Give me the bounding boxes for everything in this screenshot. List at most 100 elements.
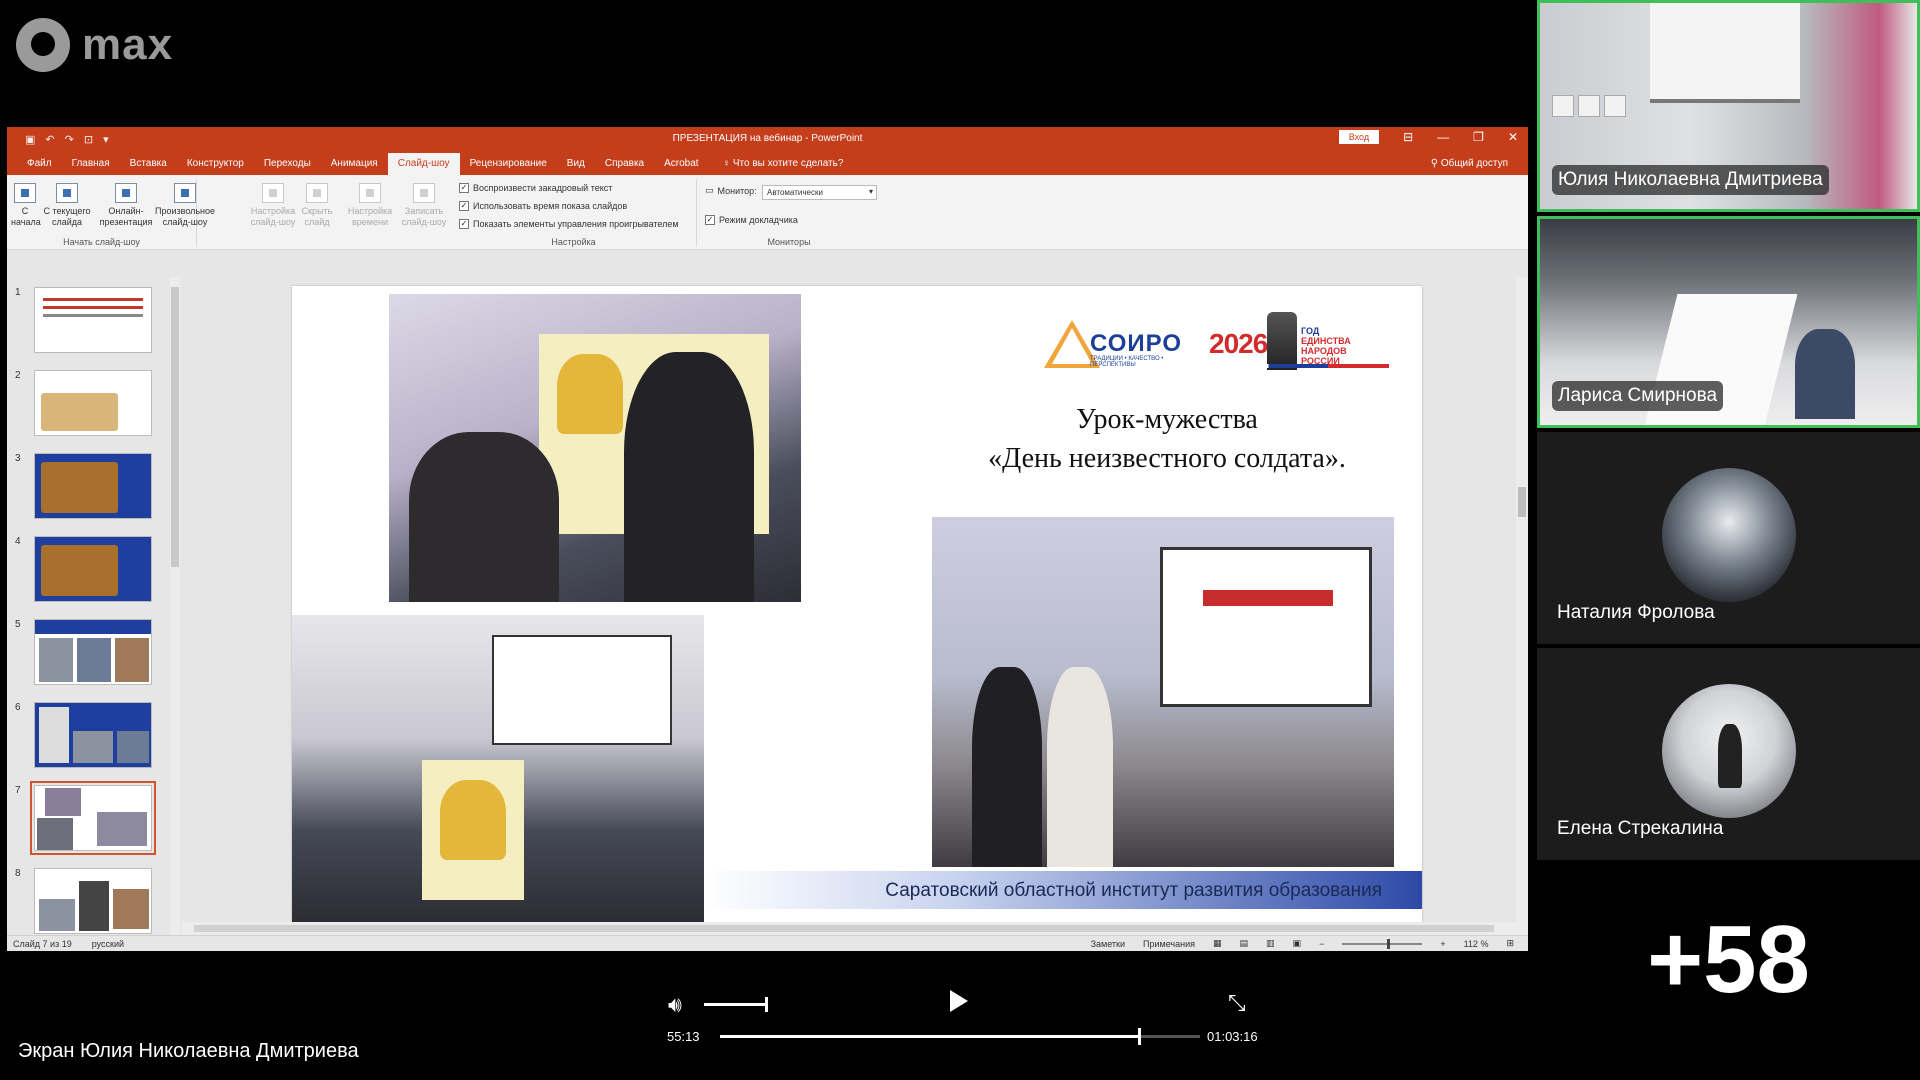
video-whiteboard (1650, 3, 1800, 103)
tab-transitions[interactable]: Переходы (254, 153, 321, 175)
app-logo: max (16, 18, 173, 72)
signin-button[interactable]: Вход (1338, 130, 1380, 144)
progress-knob[interactable] (1138, 1028, 1142, 1045)
notes-button[interactable]: Заметки (1091, 939, 1125, 949)
tab-review[interactable]: Рецензирование (460, 153, 557, 175)
thumbnail-number: 2 (15, 370, 21, 381)
volume-icon[interactable]: 🔊︎ (668, 992, 682, 1018)
from-start-button[interactable]: С начала (11, 183, 41, 228)
rehearse-label: Настройка времени (347, 206, 393, 227)
slide-thumbnail-selected[interactable] (30, 781, 156, 855)
tell-me-search[interactable]: ♀ Что вы хотите сделать? (713, 153, 854, 175)
app-brand: max (82, 20, 174, 69)
tab-home[interactable]: Главная (62, 153, 120, 175)
collapse-icon[interactable]: ⤡ (1228, 990, 1246, 1016)
participant-tile[interactable]: Юлия Николаевна Дмитриева (1537, 0, 1920, 212)
slide-thumbnail[interactable] (34, 370, 152, 436)
slide-thumbnail[interactable] (34, 619, 152, 685)
year-caption-line: ЕДИНСТВА (1301, 336, 1351, 346)
slide-thumbnail[interactable] (34, 453, 152, 519)
participant-tile[interactable]: Лариса Смирнова (1537, 216, 1920, 428)
ribbon-display-icon[interactable]: ⊟ (1403, 130, 1413, 144)
zoom-slider[interactable] (1342, 938, 1423, 949)
close-icon[interactable]: ✕ (1508, 130, 1518, 144)
record-label: Записать слайд-шоу (401, 206, 447, 227)
thumbnail-row[interactable]: 2 (7, 370, 182, 440)
media-controls-checkbox[interactable]: ✓ Показать элементы управления проигрыват… (459, 219, 679, 229)
video-outlet (1552, 95, 1574, 117)
tab-file[interactable]: Файл (17, 153, 62, 175)
rehearse-timings-button[interactable]: Настройка времени (345, 183, 395, 228)
narration-checkbox[interactable]: ✓ Воспроизвести закадровый текст (459, 183, 612, 193)
share-button[interactable]: ⚲ Общий доступ (1431, 153, 1528, 175)
custom-show-button[interactable]: Произвольное слайд-шоу (155, 183, 215, 228)
monitor-select[interactable]: Автоматически (762, 185, 877, 200)
thumbnail-row[interactable]: 1 (7, 287, 182, 357)
tab-help[interactable]: Справка (595, 153, 654, 175)
online-presentation-button[interactable]: Онлайн-презентация (99, 183, 153, 228)
tab-design[interactable]: Конструктор (177, 153, 254, 175)
thumbnail-row[interactable]: 6 (7, 702, 182, 772)
restore-icon[interactable]: ❐ (1473, 130, 1484, 144)
reading-view-icon[interactable]: ▥ (1266, 938, 1275, 949)
play-icon[interactable] (950, 990, 968, 1012)
group-start-label: Начать слайд-шоу (63, 237, 140, 247)
participant-tile[interactable]: Наталия Фролова (1537, 432, 1920, 644)
timings-checkbox[interactable]: ✓ Использовать время показа слайдов (459, 201, 627, 211)
from-start-label: С начала (11, 206, 41, 227)
editor-horizontal-scrollbar[interactable] (182, 922, 1528, 935)
participant-tile[interactable]: Елена Стрекалина (1537, 648, 1920, 860)
more-participants-count[interactable]: +58 (1537, 900, 1920, 1020)
thumbnail-row[interactable]: 5 (7, 619, 182, 689)
tab-slideshow[interactable]: Слайд-шоу (387, 153, 460, 175)
minimize-icon[interactable]: — (1437, 130, 1449, 144)
comments-button[interactable]: Примечания (1143, 939, 1195, 949)
checkbox-checked-icon: ✓ (459, 219, 469, 229)
slideshow-view-icon[interactable]: ▣ (1293, 938, 1302, 949)
hide-slide-button[interactable]: Скрыть слайд (299, 183, 335, 228)
thumbnail-number: 1 (15, 287, 21, 298)
progress-slider[interactable] (720, 1028, 1200, 1045)
record-show-button[interactable]: Записать слайд-шоу (399, 183, 449, 228)
zoom-out-icon[interactable]: − (1319, 939, 1324, 949)
sorter-view-icon[interactable]: ▤ (1240, 938, 1249, 949)
slide-thumbnail[interactable] (34, 536, 152, 602)
photo-poster (422, 760, 524, 900)
editor-vertical-scrollbar[interactable] (1516, 277, 1528, 922)
checkbox-checked-icon: ✓ (459, 183, 469, 193)
custom-show-icon (174, 183, 196, 203)
from-current-button[interactable]: С текущего слайда (41, 183, 93, 228)
zoom-level[interactable]: 112 % (1464, 939, 1489, 949)
thumbnails-scrollbar[interactable] (170, 277, 180, 937)
custom-label: Произвольное слайд-шоу (155, 206, 216, 227)
presenter-view-checkbox[interactable]: ✓ Режим докладчика (705, 215, 798, 225)
photo-children-drawing (389, 294, 801, 602)
slide-thumbnail[interactable] (34, 702, 152, 768)
tab-view[interactable]: Вид (557, 153, 595, 175)
tab-insert[interactable]: Вставка (120, 153, 177, 175)
setup-show-button[interactable]: Настройка слайд-шоу (249, 183, 297, 228)
group-setup-buttons: Настройка слайд-шоу Скрыть слайд Настрой… (249, 179, 449, 247)
slide-thumbnail[interactable] (34, 868, 152, 934)
current-slide[interactable]: СОИРО ТРАДИЦИИ • КАЧЕСТВО • ПЕРСПЕКТИВЫ … (292, 286, 1422, 922)
slide-thumbnail[interactable] (34, 287, 152, 353)
thumbnail-row[interactable]: 3 (7, 453, 182, 523)
normal-view-icon[interactable]: ▦ (1213, 938, 1222, 949)
volume-slider[interactable] (704, 997, 768, 1012)
tab-animations[interactable]: Анимация (321, 153, 388, 175)
thumbnail-row[interactable]: 4 (7, 536, 182, 606)
scrollbar-thumb[interactable] (1518, 487, 1526, 517)
photo-class-group (292, 615, 704, 922)
setup-show-icon (262, 183, 284, 203)
fit-slide-icon[interactable]: ⊞ (1506, 938, 1514, 949)
language-indicator[interactable]: русский (92, 939, 124, 949)
scrollbar-thumb[interactable] (171, 287, 179, 567)
zoom-in-icon[interactable]: + (1440, 939, 1445, 949)
scrollbar-thumb[interactable] (194, 925, 1494, 932)
participant-name: Наталия Фролова (1557, 602, 1715, 623)
tab-acrobat[interactable]: Acrobat (654, 153, 708, 175)
thumbnail-row[interactable]: 7 (7, 781, 182, 855)
photo-screen (492, 635, 672, 745)
thumbnail-row[interactable]: 8 (7, 868, 182, 938)
thumbnail-number: 3 (15, 453, 21, 464)
